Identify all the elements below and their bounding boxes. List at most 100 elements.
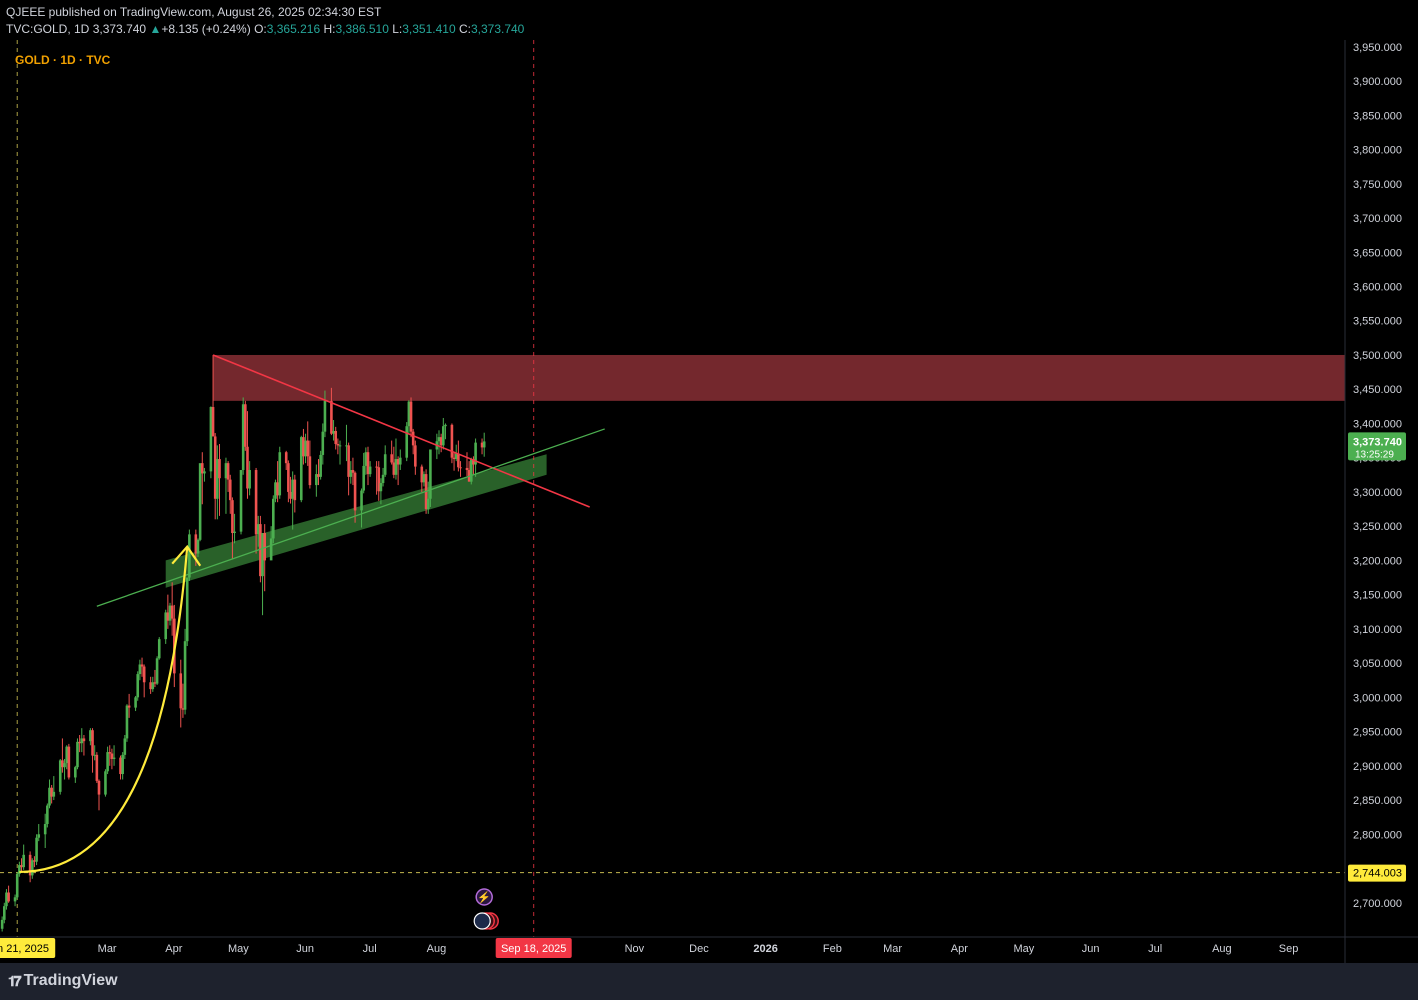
candle	[15, 871, 19, 900]
candle	[125, 704, 129, 742]
candle	[136, 671, 140, 701]
lightning-glyph: ⚡	[477, 891, 491, 904]
candle	[198, 463, 202, 542]
candle-body	[218, 459, 221, 479]
candle-body	[112, 757, 116, 759]
candle	[398, 449, 402, 471]
candle	[293, 474, 297, 513]
candle-body	[15, 874, 19, 898]
candle	[429, 449, 432, 507]
candle-body	[306, 440, 310, 457]
price-tick-label: 2,850.000	[1353, 795, 1402, 807]
price-tick-label: 3,650.000	[1353, 247, 1402, 259]
candle-body	[383, 454, 387, 475]
candle-body	[381, 474, 385, 484]
resistance-zone	[213, 354, 1346, 401]
price-tick-label: 3,200.000	[1353, 555, 1402, 567]
candle-body	[351, 470, 355, 473]
candle-body	[426, 498, 430, 510]
current-price-text: 3,373.740	[1353, 436, 1402, 448]
candle-body	[444, 424, 447, 427]
candle	[405, 422, 409, 462]
candle-body	[22, 854, 25, 868]
tradingview-brand[interactable]: 𝟏𝟕 TradingView	[8, 972, 118, 990]
candle	[450, 423, 454, 464]
candle-body	[123, 738, 127, 755]
candle-body	[35, 837, 38, 862]
time-tick-label: Jul	[1148, 943, 1162, 955]
price-tick-label: 3,100.000	[1353, 624, 1402, 636]
candle-body	[278, 452, 282, 496]
price-tick-label: 2,700.000	[1353, 898, 1402, 910]
candle-body	[442, 426, 445, 446]
candle	[82, 735, 86, 756]
candle	[35, 834, 38, 866]
candle-body	[330, 400, 333, 434]
candle-body	[405, 426, 409, 458]
candle	[457, 440, 460, 472]
time-tick-label: Mar	[883, 943, 902, 955]
candle	[414, 440, 417, 475]
candle-body	[43, 824, 47, 835]
candle	[272, 495, 275, 544]
price-chart[interactable]: ⚡ 3,950.000 3,900.000 3,850.000 3,800.000 3,7…	[0, 0, 1418, 963]
candle-body	[0, 919, 4, 929]
time-tick-label: May	[1014, 943, 1035, 955]
price-tick-label: 3,750.000	[1353, 179, 1402, 191]
candle	[263, 524, 266, 592]
candle-body	[185, 577, 189, 642]
time-tick-label: Sep	[1279, 943, 1299, 955]
candle	[278, 446, 282, 499]
candle-body	[379, 483, 383, 492]
candle	[366, 446, 370, 486]
price-tick-label: 3,000.000	[1353, 692, 1402, 704]
price-tick-label: 2,950.000	[1353, 727, 1402, 739]
candle-body	[362, 465, 365, 491]
candle-body	[183, 641, 187, 710]
curve-arrow	[19, 546, 189, 874]
candle-body	[465, 467, 469, 471]
candle	[179, 659, 183, 728]
candle	[474, 438, 477, 477]
candle-body	[248, 470, 251, 489]
candle-body	[203, 471, 206, 474]
price-tick-label: 2,800.000	[1353, 829, 1402, 841]
candle-body	[284, 452, 288, 464]
candle-body	[409, 401, 413, 432]
time-tick-label: Apr	[951, 943, 968, 955]
candle-body	[52, 791, 56, 797]
candle-body	[321, 431, 325, 455]
candle-body	[319, 454, 322, 477]
candle	[347, 442, 350, 496]
chart-symbol-label: GOLD · 1D · TVC	[15, 53, 111, 67]
candle-body	[450, 424, 454, 458]
candle-body	[125, 705, 129, 739]
candle-body	[76, 741, 79, 768]
candle-body	[198, 463, 202, 540]
candle-body	[398, 457, 402, 465]
candle	[104, 769, 107, 797]
candle-body	[134, 697, 137, 708]
candle	[315, 464, 318, 497]
candle-body	[97, 780, 101, 795]
candle-body	[323, 400, 327, 432]
candle-body	[334, 430, 338, 444]
candle	[442, 417, 445, 450]
price-tick-label: 3,800.000	[1353, 145, 1402, 157]
candle-body	[95, 754, 99, 781]
time-tick-label: 2026	[753, 943, 777, 955]
candle	[183, 628, 187, 715]
candle-body	[127, 705, 131, 708]
candle-body	[157, 639, 161, 659]
time-tick-label: Nov	[625, 943, 645, 955]
time-tick-label: May	[228, 943, 249, 955]
tradingview-logo-icon: 𝟏𝟕	[8, 972, 22, 989]
time-tick-label: Jul	[363, 943, 377, 955]
date-marker-text: Jan 21, 2025	[0, 943, 49, 955]
candle	[239, 470, 243, 535]
price-tick-label: 3,950.000	[1353, 42, 1402, 54]
candle-body	[239, 470, 243, 532]
candle-body	[3, 906, 6, 920]
candle-body	[108, 752, 112, 754]
candle	[67, 743, 71, 780]
